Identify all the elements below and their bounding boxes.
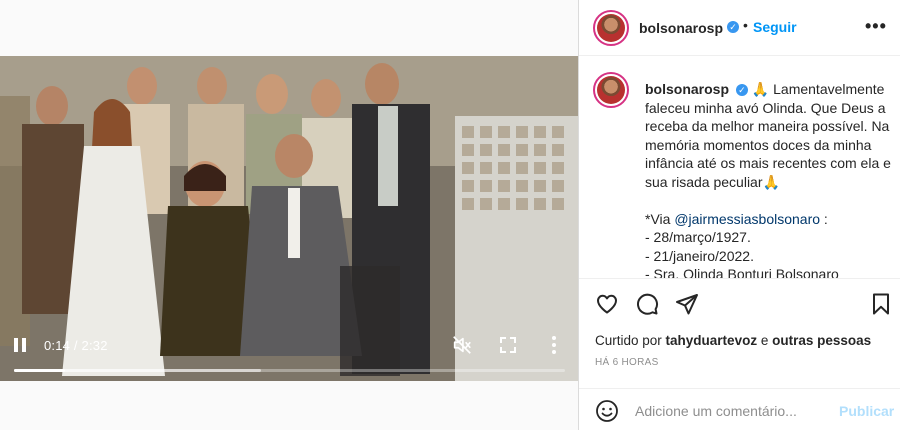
via-prefix: *Via — [645, 210, 675, 227]
liked-by-user-link[interactable]: tahyduartevoz — [666, 333, 758, 348]
caption-username[interactable]: bolsonarosp — [645, 81, 729, 97]
post-details-pane: bolsonarosp ✓ • Seguir ••• bolsonarosp ✓… — [578, 0, 900, 430]
caption-list-item: - 21/janeiro/2022. — [645, 247, 754, 264]
pray-emoji: 🙏 — [762, 173, 780, 190]
more-options-icon[interactable] — [549, 334, 559, 356]
video-progress-fill — [14, 369, 65, 372]
video-controls: 0:14 / 2:32 — [0, 321, 578, 381]
verified-badge-icon: ✓ — [727, 21, 739, 33]
avatar-image — [597, 14, 625, 42]
post-options-icon[interactable]: ••• — [865, 16, 887, 37]
via-suffix: : — [820, 210, 828, 227]
caption-line: memória momentos doces da minha — [645, 136, 872, 153]
post-timestamp[interactable]: HÁ 6 HORAS — [595, 357, 659, 368]
caption-area: bolsonarosp ✓ 🙏 Lamentavelmente faleceu … — [579, 56, 900, 278]
avatar-image — [597, 76, 625, 104]
bookmark-icon[interactable] — [869, 292, 893, 316]
post-caption: bolsonarosp ✓ 🙏 Lamentavelmente faleceu … — [645, 80, 891, 278]
post-author-username[interactable]: bolsonarosp — [639, 20, 723, 36]
comment-input[interactable] — [635, 401, 830, 421]
muted-speaker-icon[interactable] — [451, 334, 473, 356]
share-icon[interactable] — [675, 292, 699, 316]
caption-avatar[interactable] — [593, 72, 629, 108]
comment-bar: Publicar — [579, 388, 900, 430]
caption-line: infância até os mais recentes com ela e — [645, 155, 891, 171]
likes-prefix: Curtido por — [595, 333, 666, 348]
caption-line: Lamentavelmente — [773, 81, 885, 97]
liked-by-others-link[interactable]: outras pessoas — [772, 333, 871, 348]
publish-button[interactable]: Publicar — [839, 403, 894, 419]
avatar[interactable] — [593, 10, 629, 46]
pray-emoji: 🙏 — [751, 81, 770, 97]
fullscreen-icon[interactable] — [499, 336, 517, 354]
heart-icon[interactable] — [595, 292, 619, 316]
likes-connector: e — [757, 333, 773, 348]
comment-icon[interactable] — [635, 292, 659, 316]
post-actions — [579, 278, 900, 328]
emoji-picker-icon[interactable] — [595, 399, 619, 423]
caption-list-item: - 28/março/1927. — [645, 229, 751, 245]
follow-button[interactable]: Seguir — [753, 19, 797, 35]
video-time: 0:14 / 2:32 — [44, 338, 108, 353]
video-progress-bar[interactable] — [14, 369, 565, 372]
verified-badge-icon: ✓ — [735, 84, 748, 96]
post-header: bolsonarosp ✓ • Seguir ••• — [579, 0, 900, 56]
likes-summary: Curtido por tahyduartevoz e outras pesso… — [595, 333, 871, 348]
caption-list-item: - Sra. Olinda Bonturi Bolsonaro — [645, 266, 839, 278]
media-pane: 0:14 / 2:32 — [0, 0, 578, 430]
caption-line: faleceu minha avó Olinda. Que Deus a — [645, 99, 886, 116]
caption-line: receba da melhor maneira possível. Na — [645, 118, 890, 134]
video-player[interactable]: 0:14 / 2:32 — [0, 56, 578, 381]
pause-icon[interactable] — [12, 336, 28, 354]
caption-line: sua risada peculiar — [645, 173, 763, 190]
separator-dot: • — [743, 17, 748, 33]
mention-link[interactable]: @jairmessiasbolsonaro — [674, 211, 820, 227]
